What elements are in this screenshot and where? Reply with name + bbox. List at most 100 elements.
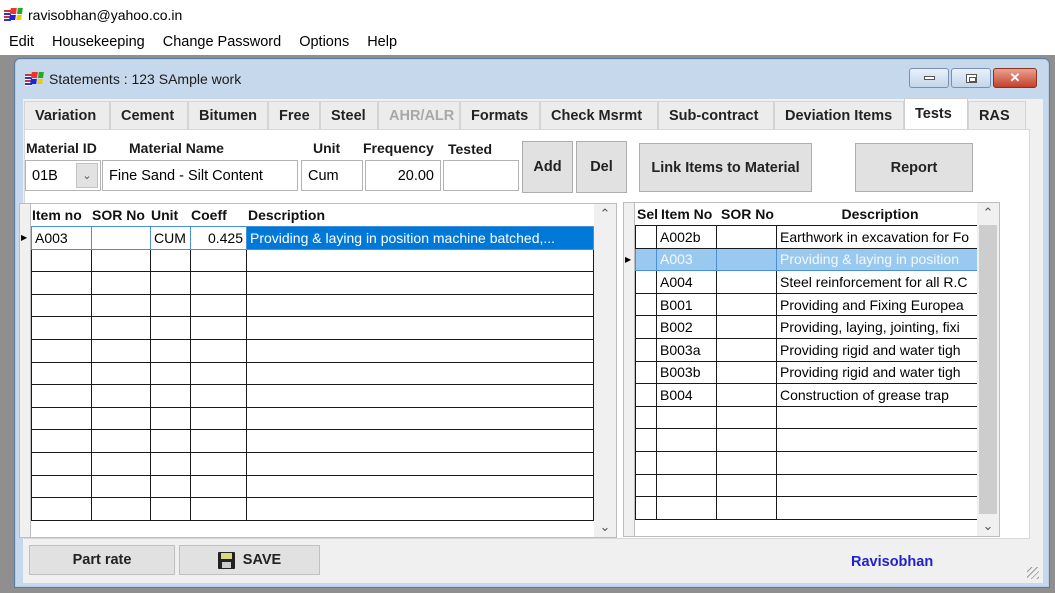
col-sor-no[interactable]: SOR No <box>721 203 774 225</box>
empty-row[interactable] <box>31 271 594 295</box>
cell-description[interactable]: Providing & laying in position machine b… <box>246 226 594 250</box>
cell-description[interactable]: Providing and Fixing Europea <box>776 292 978 317</box>
menu-options[interactable]: Options <box>290 34 358 50</box>
cell-coeff[interactable] <box>190 293 247 318</box>
tab-cement[interactable]: Cement <box>110 101 188 129</box>
tested-field[interactable] <box>443 160 519 191</box>
empty-row[interactable] <box>31 497 594 521</box>
empty-row[interactable] <box>31 384 594 408</box>
cell-description[interactable] <box>246 497 594 521</box>
cell-coeff[interactable] <box>190 271 247 295</box>
cell-description[interactable]: Earthwork in excavation for Fo <box>776 225 978 249</box>
cell-sel[interactable] <box>635 270 657 294</box>
cell-sor-no[interactable] <box>91 384 151 408</box>
cell-description[interactable] <box>776 473 978 498</box>
cell-unit[interactable] <box>150 497 191 521</box>
empty-row[interactable] <box>635 496 978 520</box>
unit-field[interactable]: Cum <box>301 160 363 191</box>
cell-item-no[interactable] <box>31 451 92 476</box>
cell-sel[interactable] <box>635 473 657 498</box>
cell-sor-no[interactable] <box>716 337 777 362</box>
cell-sor-no[interactable] <box>91 406 151 431</box>
close-button[interactable]: ✕ <box>993 68 1037 88</box>
cell-sor-no[interactable] <box>716 360 777 385</box>
cell-item-no[interactable] <box>31 497 92 521</box>
cell-sor-no[interactable] <box>91 474 151 499</box>
cell-unit[interactable] <box>150 451 191 476</box>
empty-row[interactable] <box>31 316 594 340</box>
cell-unit[interactable] <box>150 429 191 453</box>
cell-coeff[interactable] <box>190 429 247 453</box>
cell-item-no[interactable] <box>656 428 717 452</box>
del-button[interactable]: Del <box>576 141 627 193</box>
cell-sel[interactable] <box>635 292 657 317</box>
cell-description[interactable] <box>776 428 978 452</box>
cell-description[interactable]: Providing, laying, jointing, fixi <box>776 315 978 339</box>
cell-item-no[interactable] <box>31 293 92 318</box>
cell-sor-no[interactable] <box>716 247 777 272</box>
col-item-no[interactable]: Item no <box>32 204 82 226</box>
cell-item-no[interactable]: A004 <box>656 270 717 294</box>
cell-description[interactable] <box>246 361 594 386</box>
cell-unit[interactable] <box>150 293 191 318</box>
empty-row[interactable] <box>31 248 594 273</box>
cell-item-no[interactable] <box>31 474 92 499</box>
table-row[interactable]: B001 Providing and Fixing Europea <box>635 292 978 317</box>
cell-item-no[interactable]: B001 <box>656 292 717 317</box>
cell-coeff[interactable] <box>190 406 247 431</box>
col-description[interactable]: Description <box>780 203 980 225</box>
cell-sor-no[interactable] <box>91 316 151 340</box>
table-row[interactable]: B002 Providing, laying, jointing, fixi <box>635 315 978 339</box>
cell-sor-no[interactable] <box>91 361 151 386</box>
cell-coeff[interactable] <box>190 248 247 273</box>
cell-description[interactable] <box>246 316 594 340</box>
cell-item-no[interactable] <box>31 316 92 340</box>
scroll-up-arrow[interactable]: ⌃ <box>594 204 616 224</box>
cell-unit[interactable]: CUM <box>150 226 191 250</box>
cell-item-no[interactable] <box>31 338 92 363</box>
material-name-field[interactable]: Fine Sand - Silt Content <box>102 160 298 191</box>
cell-coeff[interactable] <box>190 384 247 408</box>
cell-sor-no[interactable] <box>716 496 777 520</box>
cell-sel[interactable] <box>635 405 657 430</box>
cell-description[interactable] <box>776 450 978 475</box>
tab-free[interactable]: Free <box>268 101 320 129</box>
cell-sor-no[interactable] <box>716 225 777 249</box>
table-row[interactable]: A003 CUM 0.425 Providing & laying in positi… <box>31 226 594 250</box>
cell-sor-no[interactable] <box>716 405 777 430</box>
left-grid-scrollbar[interactable]: ⌃ ⌄ <box>594 204 616 537</box>
scroll-down-arrow[interactable]: ⌄ <box>594 517 616 537</box>
cell-sor-no[interactable] <box>716 383 777 407</box>
save-button[interactable]: SAVE <box>179 545 320 575</box>
cell-coeff[interactable] <box>190 361 247 386</box>
cell-unit[interactable] <box>150 338 191 363</box>
right-grid-scrollbar[interactable]: ⌃ ⌄ <box>977 203 999 536</box>
empty-row[interactable] <box>31 361 594 386</box>
menu-edit[interactable]: Edit <box>0 34 43 50</box>
cell-sel[interactable] <box>635 337 657 362</box>
col-sel[interactable]: Sel <box>637 203 658 225</box>
link-items-button[interactable]: Link Items to Material <box>639 143 812 192</box>
cell-item-no[interactable]: A002b <box>656 225 717 249</box>
cell-description[interactable] <box>246 248 594 273</box>
cell-description[interactable] <box>246 338 594 363</box>
menu-housekeeping[interactable]: Housekeeping <box>43 34 154 50</box>
cell-description[interactable] <box>246 474 594 499</box>
cell-sel[interactable] <box>635 247 657 272</box>
empty-row[interactable] <box>31 451 594 476</box>
cell-sor-no[interactable] <box>716 428 777 452</box>
cell-sor-no[interactable] <box>91 293 151 318</box>
table-row[interactable]: B003a Providing rigid and water tigh <box>635 337 978 362</box>
cell-unit[interactable] <box>150 384 191 408</box>
empty-row[interactable] <box>31 474 594 499</box>
tab-deviation-items[interactable]: Deviation Items <box>774 101 904 129</box>
cell-sor-no[interactable] <box>91 429 151 453</box>
cell-item-no[interactable]: B003b <box>656 360 717 385</box>
table-row[interactable]: A002b Earthwork in excavation for Fo <box>635 225 978 249</box>
cell-item-no[interactable] <box>656 405 717 430</box>
tab-sub-contract[interactable]: Sub-contract <box>658 101 774 129</box>
frequency-field[interactable]: 20.00 <box>365 160 441 191</box>
cell-unit[interactable] <box>150 248 191 273</box>
table-row[interactable]: B003b Providing rigid and water tigh <box>635 360 978 385</box>
cell-unit[interactable] <box>150 271 191 295</box>
